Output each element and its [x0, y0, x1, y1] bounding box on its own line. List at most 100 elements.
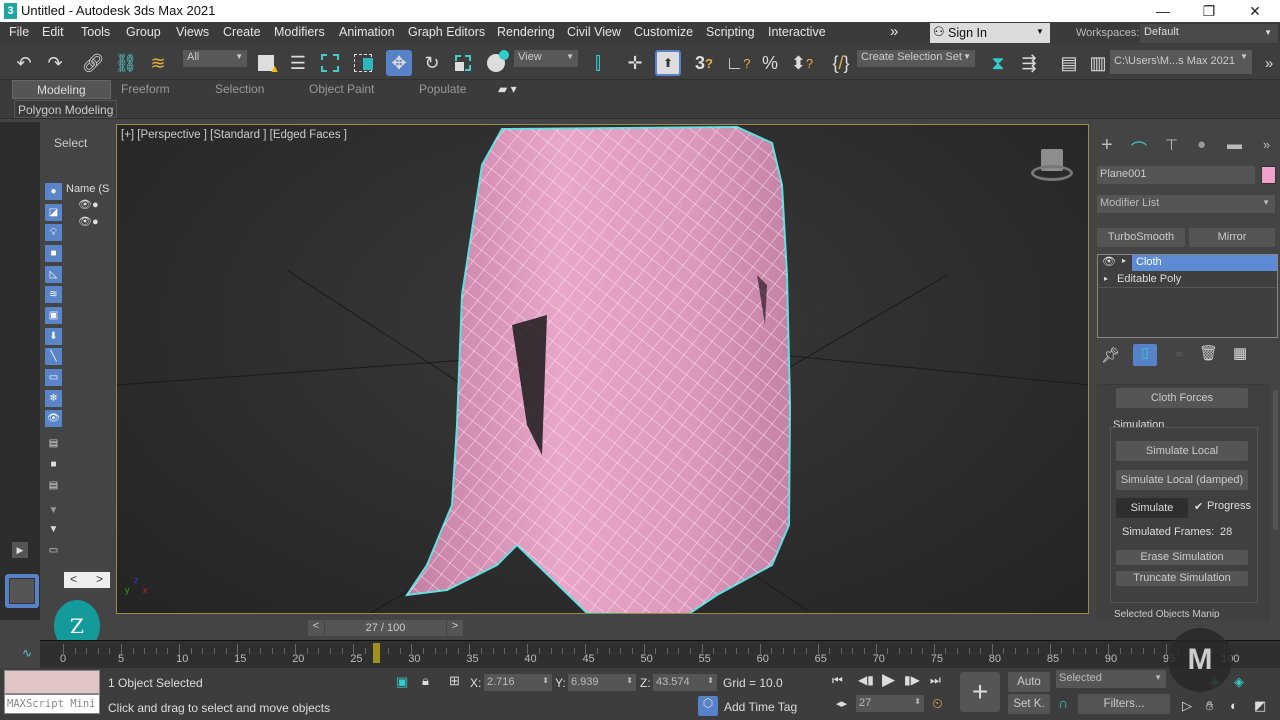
current-frame-marker[interactable] — [373, 643, 381, 663]
selected-objects-manip-rollout[interactable]: Selected Objects Manip — [1114, 609, 1220, 618]
select-manipulate-icon[interactable]: ✛ — [622, 50, 648, 76]
stack-item-cloth[interactable]: 👁︎ ▸ Cloth — [1098, 255, 1277, 271]
percent-snap-icon[interactable]: % — [757, 50, 783, 76]
field-of-view-icon[interactable]: ▷ — [1182, 698, 1192, 714]
truncate-simulation-button[interactable]: Truncate Simulation — [1116, 571, 1248, 586]
simulate-button[interactable]: Simulate — [1116, 498, 1188, 518]
select-and-scale-icon[interactable] — [450, 50, 476, 76]
filter-settings-icon[interactable]: ▼ — [45, 502, 62, 519]
selection-lock-icon[interactable]: 🔒︎ — [422, 673, 429, 689]
display-geometry-icon[interactable]: ● — [45, 183, 62, 200]
play-icon[interactable]: ▶ — [882, 670, 895, 690]
object-name-field[interactable]: Plane001 — [1097, 166, 1255, 184]
select-and-place-icon[interactable] — [483, 50, 509, 76]
configure-sets-icon[interactable]: ▦ — [1233, 344, 1247, 362]
simulate-local-button[interactable]: Simulate Local — [1116, 441, 1248, 461]
close-button[interactable]: ✕ — [1232, 0, 1278, 22]
next-frame-icon[interactable]: ▮▶ — [904, 673, 920, 687]
filter-icon[interactable]: ▼ — [45, 521, 62, 538]
menu-tools[interactable]: Tools — [81, 25, 110, 39]
auto-key-button[interactable]: Auto — [1008, 672, 1050, 692]
display-helpers-icon[interactable]: ◺ — [45, 266, 62, 283]
isolate-selection-icon[interactable]: ▣ — [396, 674, 408, 690]
menu-customize[interactable]: Customize — [634, 25, 693, 39]
select-and-move-icon[interactable]: ✥ — [386, 50, 412, 76]
show-end-result-icon[interactable]: ▯ — [1133, 344, 1157, 366]
tab-object-paint[interactable]: Object Paint — [309, 80, 374, 99]
viewport-layout-button[interactable] — [5, 574, 39, 608]
link-icon[interactable]: 🔗︎ — [80, 50, 106, 76]
visibility-eye-icon[interactable]: 👁︎● — [78, 215, 99, 228]
menu-file[interactable]: File — [9, 25, 29, 39]
spinner-snap-icon[interactable]: ⬍? — [789, 50, 815, 76]
create-tab-icon[interactable]: + — [1101, 134, 1113, 157]
display-shapes-icon[interactable]: ◪ — [45, 204, 62, 221]
keyboard-shortcut-override-icon[interactable]: ⬆ — [655, 50, 681, 76]
add-time-tag-button[interactable]: Add Time Tag — [724, 700, 797, 714]
menu-modifiers[interactable]: Modifiers — [274, 25, 325, 39]
workspace-select[interactable]: Default ▼ — [1140, 24, 1278, 43]
toolbar-overflow-icon[interactable]: » — [1256, 50, 1280, 76]
display-invert-icon[interactable]: ▤ — [45, 477, 62, 494]
menu-edit[interactable]: Edit — [42, 25, 64, 39]
tab-selection[interactable]: Selection — [215, 80, 264, 99]
display-hidden-icon[interactable]: 👁︎ — [45, 410, 62, 427]
zoom-extents-all-icon[interactable]: ◈ — [1234, 674, 1244, 690]
nav-next-button[interactable]: > — [96, 572, 103, 586]
progress-checkbox[interactable]: ✔ — [1194, 500, 1203, 513]
time-slider-next[interactable]: > — [447, 620, 463, 636]
snaps-toggle-icon[interactable]: 3? — [691, 50, 717, 76]
visibility-eye-icon[interactable]: 👁︎● — [78, 198, 99, 211]
project-folder-dropdown[interactable]: C:\Users\M...s Max 2021 — [1110, 50, 1252, 74]
display-frozen-icon[interactable]: ❄ — [45, 390, 62, 407]
hierarchy-tab-icon[interactable]: ⊤ — [1165, 136, 1178, 154]
default-tangent-icon[interactable]: ∩ — [1058, 695, 1068, 711]
select-object-icon[interactable]: ▲ — [253, 50, 280, 76]
x-coordinate-field[interactable]: 2.716 ⬍ — [484, 674, 552, 691]
menu-group[interactable]: Group — [126, 25, 161, 39]
selection-filter-dropdown[interactable]: All — [183, 50, 247, 67]
menu-animation[interactable]: Animation — [339, 25, 395, 39]
y-coordinate-field[interactable]: 6.939 ⬍ — [568, 674, 636, 691]
menu-interactive[interactable]: Interactive — [768, 25, 826, 39]
sign-in-button[interactable]: ⚇ Sign In ▼ — [930, 23, 1050, 43]
listener-output[interactable] — [4, 670, 100, 694]
pan-view-icon[interactable]: ✋︎ — [1206, 698, 1213, 714]
name-column-header[interactable]: Name (So — [66, 183, 110, 195]
selection-set-dropdown[interactable]: Create Selection Set — [857, 50, 975, 67]
select-menu[interactable]: Select — [54, 136, 87, 150]
utilities-overflow-icon[interactable]: » — [1263, 137, 1270, 152]
motion-tab-icon[interactable]: ● — [1197, 136, 1206, 153]
time-tag-icon[interactable]: ⬡ — [698, 696, 718, 716]
eye-icon[interactable]: 👁︎ — [1102, 255, 1116, 268]
window-crossing-icon[interactable] — [350, 50, 376, 76]
ribbon-options-icon[interactable]: ▰ ▾ — [498, 80, 517, 99]
erase-simulation-button[interactable]: Erase Simulation — [1116, 550, 1248, 565]
menu-rendering[interactable]: Rendering — [497, 25, 555, 39]
display-space-warps-icon[interactable]: ≋ — [45, 286, 62, 303]
menu-civil-view[interactable]: Civil View — [567, 25, 621, 39]
current-frame-field[interactable]: 27 ⬍ — [856, 695, 924, 712]
scene-explorer-icon[interactable]: ▤ — [1056, 50, 1082, 76]
tab-freeform[interactable]: Freeform — [121, 80, 170, 99]
display-all-icon[interactable]: ▤ — [45, 435, 62, 452]
set-key-button[interactable]: Set K. — [1008, 694, 1050, 714]
go-to-start-icon[interactable]: ⏮ — [832, 673, 843, 688]
display-groups-icon[interactable]: ▣ — [45, 307, 62, 324]
use-pivot-center-icon[interactable]: ⫿ — [585, 50, 611, 76]
modify-tab-icon[interactable]: ⌒ — [1131, 136, 1147, 160]
stack-item-editable-poly[interactable]: ▸ Editable Poly — [1098, 272, 1277, 288]
pin-stack-icon[interactable]: 📌︎ — [1101, 346, 1120, 364]
mirror-button[interactable]: Mirror — [1189, 228, 1275, 247]
remove-modifier-icon[interactable]: 🗑︎ — [1199, 344, 1218, 362]
key-filter-dropdown[interactable]: Selected ▼ — [1056, 670, 1166, 688]
mirror-icon[interactable]: ⧗ — [985, 50, 1011, 76]
menu-scripting[interactable]: Scripting — [706, 25, 755, 39]
unlink-icon[interactable]: ⛓︎ — [113, 50, 139, 76]
display-containers-icon[interactable]: ▭ — [45, 369, 62, 386]
object-color-swatch[interactable] — [1261, 166, 1276, 184]
expand-arrow-icon[interactable]: ▸ — [1122, 256, 1126, 265]
menu-create[interactable]: Create — [223, 25, 261, 39]
make-unique-icon[interactable]: ⚭ — [1173, 346, 1185, 363]
play-preview-icon[interactable]: ▶ — [12, 542, 28, 558]
